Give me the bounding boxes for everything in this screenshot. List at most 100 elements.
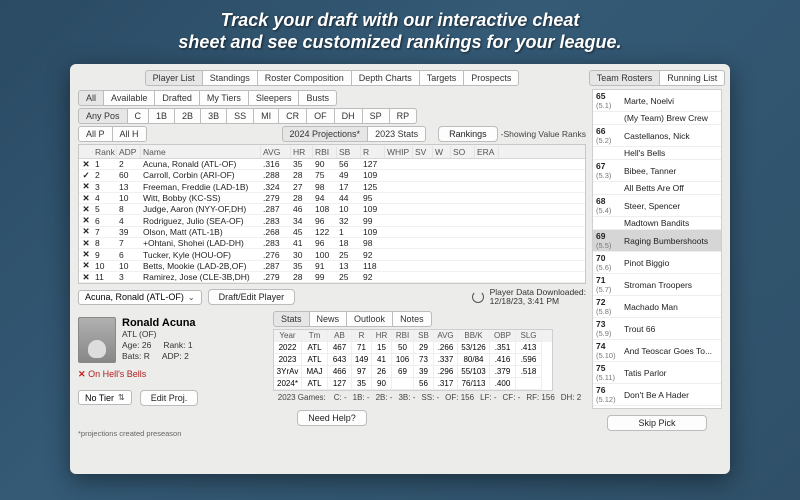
roster-row[interactable]: 74(5.10)And Teoscar Goes To... <box>593 340 721 362</box>
player-age: Age: 26 <box>122 340 151 351</box>
col-era[interactable]: ERA <box>475 146 499 158</box>
x-icon: ✕ <box>79 226 93 237</box>
player-row[interactable]: ✕96Tucker, Kyle (HOU-OF).276301002592 <box>79 249 585 260</box>
filter-busts[interactable]: Busts <box>298 90 337 106</box>
roster-row[interactable]: 73(5.9)Trout 66 <box>593 318 721 340</box>
player-row[interactable]: ✕313Freeman, Freddie (LAD-1B).3242798171… <box>79 182 585 193</box>
roster-row[interactable]: 66(5.2)Castellanos, Nick <box>593 125 721 147</box>
pos-c[interactable]: C <box>127 108 150 124</box>
roster-row[interactable]: (My Team) Brew Crew <box>593 112 721 125</box>
top-tab-roster-composition[interactable]: Roster Composition <box>257 70 352 86</box>
player-row[interactable]: ✓260Carroll, Corbin (ARI-OF).28828754910… <box>79 170 585 181</box>
check-icon: ✓ <box>79 170 93 181</box>
pos-2b[interactable]: 2B <box>174 108 201 124</box>
filter-my-tiers[interactable]: My Tiers <box>199 90 249 106</box>
draft-edit-button[interactable]: Draft/Edit Player <box>208 289 296 305</box>
pos-cr[interactable]: CR <box>278 108 307 124</box>
col-whip[interactable]: WHIP <box>385 146 413 158</box>
roster-row[interactable]: 65(5.1)Marte, Noelvi <box>593 90 721 112</box>
rankings-button[interactable]: Rankings <box>438 126 498 142</box>
player-row[interactable]: ✕64Rodriguez, Julio (SEA-OF).28334963299 <box>79 215 585 226</box>
top-tabs: Player ListStandingsRoster CompositionDe… <box>78 70 586 86</box>
x-icon: ✕ <box>79 193 93 204</box>
top-tab-depth-charts[interactable]: Depth Charts <box>351 70 420 86</box>
col-hr[interactable]: HR <box>291 146 313 158</box>
col-sb[interactable]: SB <box>337 146 361 158</box>
pos-sp[interactable]: SP <box>362 108 390 124</box>
roster-row[interactable]: 72(5.8)Machado Man <box>593 296 721 318</box>
pos-1b[interactable]: 1B <box>148 108 175 124</box>
need-help-button[interactable]: Need Help? <box>297 410 367 426</box>
filter-drafted[interactable]: Drafted <box>154 90 200 106</box>
roster-row[interactable]: 69(5.5)Raging Bumbershoots <box>593 230 721 252</box>
reload-icon[interactable] <box>472 291 484 303</box>
tier-value: No Tier <box>85 393 114 403</box>
roster-row[interactable]: 71(5.7)Stroman Troopers <box>593 274 721 296</box>
edit-projection-button[interactable]: Edit Proj. <box>140 390 199 406</box>
roster-row[interactable]: Hell's Bells <box>593 147 721 160</box>
pos-3b[interactable]: 3B <box>200 108 227 124</box>
col-avg[interactable]: AVG <box>261 146 291 158</box>
roster-row[interactable]: Madtown Bandits <box>593 217 721 230</box>
scope-all-h[interactable]: All H <box>112 126 147 142</box>
player-row[interactable]: ✕113Ramirez, Jose (CLE-3B,DH).2792899259… <box>79 272 585 283</box>
tier-dropdown[interactable]: No Tier ⇅ <box>78 390 132 405</box>
col-so[interactable]: SO <box>451 146 475 158</box>
player-row[interactable]: ✕410Witt, Bobby (KC-SS).27928944495 <box>79 193 585 204</box>
roster-row[interactable]: 70(5.6)Pinot Biggio <box>593 252 721 274</box>
projection-footnote: *projections created preseason <box>78 429 586 438</box>
col-rbi[interactable]: RBI <box>313 146 337 158</box>
col-r[interactable]: R <box>361 146 385 158</box>
stat-col-slg: SLG <box>516 330 542 342</box>
filter-available[interactable]: Available <box>103 90 155 106</box>
roster-row[interactable]: 67(5.3)Bibee, Tanner <box>593 160 721 182</box>
player-rank: Rank: 1 <box>163 340 192 351</box>
pos-dh[interactable]: DH <box>334 108 363 124</box>
proj-0[interactable]: 2024 Projections* <box>282 126 369 142</box>
pos-ss[interactable]: SS <box>226 108 254 124</box>
side-tab-team-rosters[interactable]: Team Rosters <box>589 70 661 86</box>
col-rank[interactable]: Rank <box>93 146 117 158</box>
pos-games-item: CF: - <box>503 393 521 402</box>
player-row[interactable]: ✕58Judge, Aaron (NYY-OF,DH).287461081010… <box>79 204 585 215</box>
top-tab-player-list[interactable]: Player List <box>145 70 203 86</box>
x-icon: ✕ <box>79 249 93 260</box>
scope-all-p[interactable]: All P <box>78 126 113 142</box>
pos-of[interactable]: OF <box>306 108 335 124</box>
top-tab-standings[interactable]: Standings <box>202 70 258 86</box>
detail-tab-outlook[interactable]: Outlook <box>346 311 393 327</box>
top-tab-prospects[interactable]: Prospects <box>463 70 519 86</box>
detail-tab-news[interactable]: News <box>309 311 348 327</box>
pos-any-pos[interactable]: Any Pos <box>78 108 128 124</box>
filter-all[interactable]: All <box>78 90 104 106</box>
roster-row[interactable]: 75(5.11)Tatis Parlor <box>593 362 721 384</box>
player-avatar <box>78 317 116 363</box>
x-icon: ✕ <box>79 181 93 192</box>
player-row[interactable]: ✕1010Betts, Mookie (LAD-2B,OF).287359113… <box>79 261 585 272</box>
skip-pick-button[interactable]: Skip Pick <box>607 415 707 431</box>
pos-rp[interactable]: RP <box>389 108 418 124</box>
stat-col-sb: SB <box>414 330 434 342</box>
top-tab-targets[interactable]: Targets <box>419 70 465 86</box>
col-mark[interactable] <box>79 151 93 153</box>
col-adp[interactable]: ADP <box>117 146 141 158</box>
roster-row[interactable]: 76(5.12)Don't Be A Hader <box>593 384 721 406</box>
player-row[interactable]: ✕739Olson, Matt (ATL-1B).268451221109 <box>79 227 585 238</box>
detail-tab-stats[interactable]: Stats <box>273 311 310 327</box>
player-row[interactable]: ✕87+Ohtani, Shohei (LAD-DH).28341961898 <box>79 238 585 249</box>
col-sv[interactable]: SV <box>413 146 433 158</box>
player-row[interactable]: ✕12Acuna, Ronald (ATL-OF).316359056127 <box>79 159 585 170</box>
hero-line-2: sheet and see customized rankings for yo… <box>40 32 760 54</box>
x-icon: ✕ <box>79 260 93 271</box>
detail-tab-notes[interactable]: Notes <box>392 311 432 327</box>
col-w[interactable]: W <box>433 146 451 158</box>
selected-player-dropdown[interactable]: Acuna, Ronald (ATL-OF) ⌄ <box>78 290 202 305</box>
updown-icon: ⇅ <box>118 393 125 402</box>
side-tab-running-list[interactable]: Running List <box>659 70 725 86</box>
pos-mi[interactable]: MI <box>253 108 279 124</box>
filter-sleepers[interactable]: Sleepers <box>248 90 300 106</box>
col-name[interactable]: Name <box>141 146 261 158</box>
proj-1[interactable]: 2023 Stats <box>367 126 426 142</box>
roster-row[interactable]: 68(5.4)Steer, Spencer <box>593 195 721 217</box>
roster-row[interactable]: All Betts Are Off <box>593 182 721 195</box>
